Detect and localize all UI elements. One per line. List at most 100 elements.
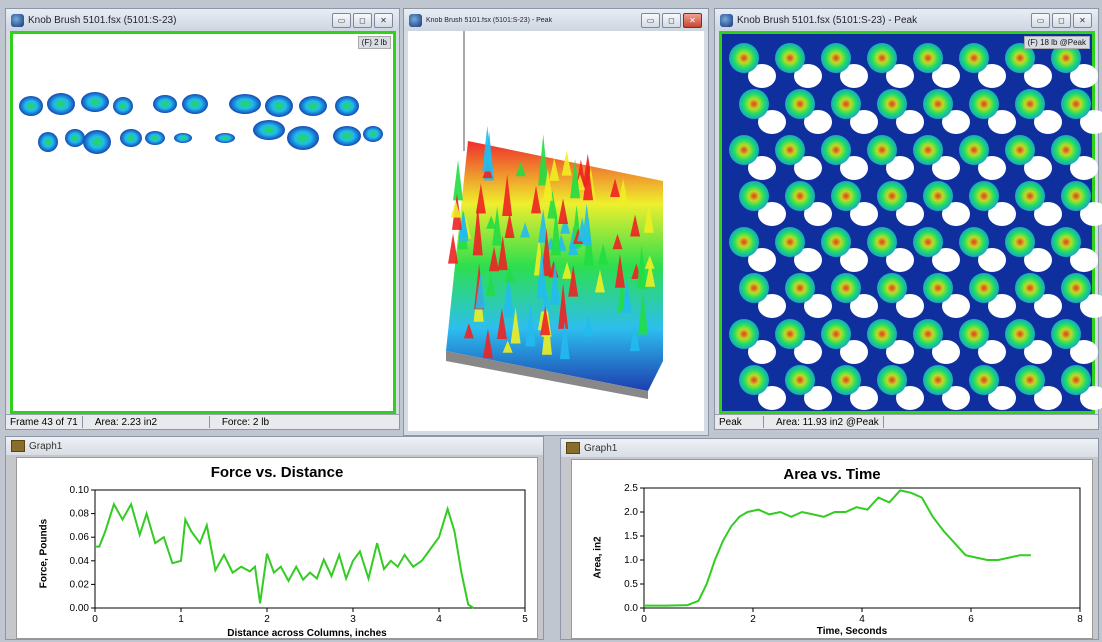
maximize-button[interactable]: ◻: [353, 12, 372, 28]
minimize-button[interactable]: ▭: [1031, 12, 1050, 28]
x-tick-label: 0: [92, 614, 98, 625]
force-badge: (F) 18 lb @Peak: [1023, 36, 1090, 49]
frame-counter: Frame 43 of 71: [10, 416, 78, 428]
pressure-blob: [1051, 135, 1081, 165]
pressure-blob: [969, 89, 999, 119]
pressure-blob: [923, 273, 953, 303]
status-bar: Frame 43 of 71 Area: 2.23 in2 Force: 2 l…: [6, 414, 399, 429]
y-tick-label: 2.5: [624, 483, 638, 494]
peak-map-canvas[interactable]: (F) 18 lb @Peak: [719, 31, 1102, 414]
y-tick-label: 0.04: [70, 556, 90, 567]
pressure-blob: [739, 89, 769, 119]
pressure-blob: [729, 43, 759, 73]
pressure-map-image: [19, 92, 383, 154]
pressure-blob: [923, 89, 953, 119]
minimize-button[interactable]: ▭: [641, 12, 660, 28]
pressure-blob: [1051, 227, 1081, 257]
pressure-blob: [1005, 227, 1035, 257]
pressure-map-canvas[interactable]: (F) 2 lb: [10, 31, 396, 414]
maximize-button[interactable]: ◻: [1052, 12, 1071, 28]
y-tick-label: 0.5: [624, 579, 638, 590]
window-3d-peak[interactable]: Knob Brush 5101.fsx (5101:S-23) - Peak ▭…: [403, 8, 709, 436]
window-title: Knob Brush 5101.fsx (5101:S-23) - Peak: [426, 16, 553, 24]
3d-view-canvas[interactable]: [408, 31, 704, 431]
pressure-blob: [959, 43, 989, 73]
pressure-blob: [867, 135, 897, 165]
pressure-blob: [775, 227, 805, 257]
maximize-button[interactable]: ◻: [662, 12, 681, 28]
y-tick-label: 2.0: [624, 507, 638, 518]
graph-area[interactable]: Area vs. Time Area, in2 Time, Seconds 0.…: [571, 459, 1093, 639]
app-icon: [409, 13, 422, 27]
pressure-blob: [821, 319, 851, 349]
area-readout: Area: 2.23 in2: [94, 416, 158, 428]
app-icon: [11, 13, 24, 27]
pressure-blob: [1051, 319, 1081, 349]
3d-peak-surface: [446, 31, 663, 399]
x-tick-label: 1: [178, 614, 184, 625]
window-peak-map[interactable]: Knob Brush 5101.fsx (5101:S-23) - Peak ▭…: [714, 8, 1102, 430]
y-tick-label: 0.08: [70, 509, 90, 520]
window-title: Knob Brush 5101.fsx (5101:S-23) - Peak: [737, 14, 918, 26]
close-button[interactable]: ✕: [374, 12, 393, 28]
graph-area[interactable]: Force vs. Distance Force, Pounds Distanc…: [16, 457, 538, 639]
pressure-blob: [877, 181, 907, 211]
pressure-blob: [867, 43, 897, 73]
pressure-blob: [913, 43, 943, 73]
area-time-plot: 0.0 0.5 1.0 1.5 2.0 2.5 0 2 4 6 8: [624, 483, 1083, 625]
plot-frame: [643, 487, 1081, 609]
pressure-blob: [969, 273, 999, 303]
graph-icon: [11, 440, 25, 452]
pressure-blob: [1015, 89, 1045, 119]
y-tick-label: 0.0: [624, 603, 638, 614]
pressure-blob: [831, 273, 861, 303]
graph-window-force[interactable]: Graph1 Force vs. Distance Force, Pounds …: [5, 436, 544, 640]
y-tick-label: 1.0: [624, 555, 638, 566]
pressure-blob: [913, 135, 943, 165]
close-button[interactable]: ✕: [1073, 12, 1092, 28]
pressure-blob: [821, 43, 851, 73]
pressure-blob: [1005, 319, 1035, 349]
x-tick-label: 4: [859, 614, 865, 625]
pressure-blob: [923, 365, 953, 395]
data-series-line: [644, 489, 1031, 607]
pressure-blob: [1061, 365, 1091, 395]
close-button[interactable]: ✕: [683, 12, 702, 28]
pressure-blob: [1061, 89, 1091, 119]
pressure-blob: [867, 227, 897, 257]
pressure-blob: [831, 365, 861, 395]
y-tick-label: 0.00: [70, 603, 90, 614]
pressure-blob: [785, 273, 815, 303]
pressure-blob: [959, 227, 989, 257]
pressure-blob: [959, 319, 989, 349]
pressure-blob: [1005, 135, 1035, 165]
pressure-blob: [821, 135, 851, 165]
window-pressure-frame[interactable]: Knob Brush 5101.fsx (5101:S-23) ▭ ◻ ✕ (F…: [5, 8, 400, 430]
pressure-blob: [1061, 181, 1091, 211]
pressure-blob: [821, 227, 851, 257]
pressure-blob: [729, 319, 759, 349]
graph-title-bar[interactable]: Graph1: [6, 437, 543, 455]
x-tick-label: 8: [1077, 614, 1083, 625]
title-bar[interactable]: Knob Brush 5101.fsx (5101:S-23) ▭ ◻ ✕: [6, 9, 399, 31]
pressure-blob: [913, 319, 943, 349]
x-tick-label: 6: [968, 614, 974, 625]
graph-window-area[interactable]: Graph1 Area vs. Time Area, in2 Time, Sec…: [560, 438, 1099, 640]
pressure-blob: [739, 273, 769, 303]
y-tick-label: 0.10: [70, 485, 90, 496]
minimize-button[interactable]: ▭: [332, 12, 351, 28]
pressure-blob: [867, 319, 897, 349]
pressure-blob: [923, 181, 953, 211]
pressure-blob: [775, 319, 805, 349]
pressure-blob: [913, 227, 943, 257]
peak-map-image: [729, 43, 1102, 410]
graph-title-bar[interactable]: Graph1: [561, 439, 1098, 457]
graph-icon: [566, 442, 580, 454]
area-readout: Area: 11.93 in2 @Peak: [776, 416, 879, 428]
force-distance-plot: 0.00 0.02 0.04 0.06 0.08 0.10 0 1 2 3 4 5: [70, 485, 529, 625]
title-bar[interactable]: Knob Brush 5101.fsx (5101:S-23) - Peak ▭…: [715, 9, 1098, 31]
x-tick-label: 0: [641, 614, 647, 625]
pressure-blob: [785, 89, 815, 119]
title-bar[interactable]: Knob Brush 5101.fsx (5101:S-23) - Peak ▭…: [404, 9, 708, 31]
pressure-blob: [775, 135, 805, 165]
